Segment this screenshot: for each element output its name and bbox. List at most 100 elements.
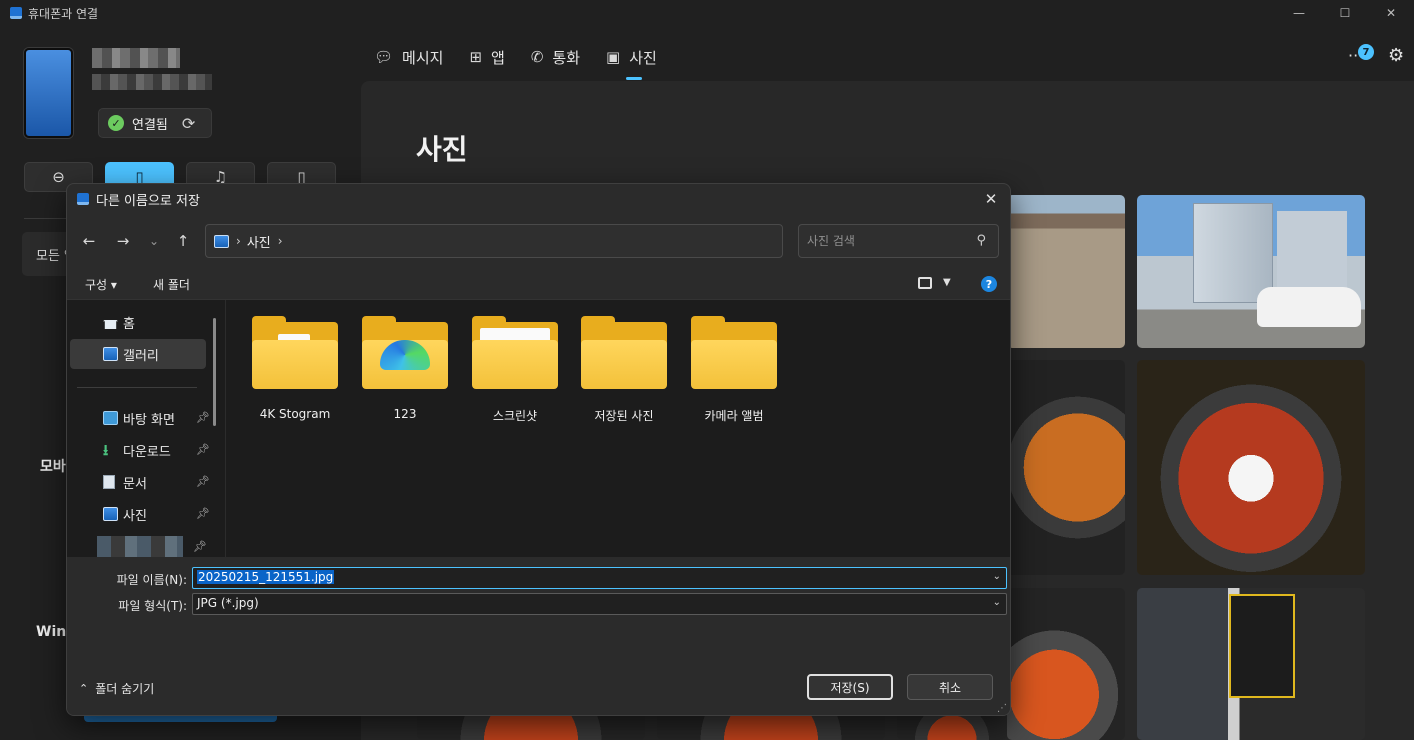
photo-thumbnail[interactable] — [1137, 588, 1365, 740]
recent-locations-chevron-icon[interactable]: ⌄ — [141, 228, 167, 254]
photo-thumbnail[interactable] — [1007, 360, 1125, 575]
message-icon: 💬︎ — [374, 48, 394, 66]
chevron-down-icon[interactable]: ⌄ — [993, 597, 1001, 608]
desktop-icon — [103, 411, 118, 425]
folder-icon-part — [472, 340, 558, 389]
tab-calls[interactable]: ✆ 통화 — [531, 44, 580, 70]
pane-divider[interactable] — [225, 300, 226, 558]
pin-icon: 📌︎ — [196, 475, 210, 488]
close-icon[interactable]: ✕ — [980, 188, 1002, 210]
nav-pane-scrollbar[interactable] — [213, 318, 216, 426]
folder-icon — [252, 316, 338, 389]
window-controls: — ☐ ✕ — [1276, 0, 1414, 26]
folder-label: 스크린샷 — [492, 409, 538, 423]
nav-item-label: 바탕 화면 — [123, 412, 175, 428]
search-input[interactable] — [807, 232, 957, 250]
tab-apps[interactable]: ⊞ 앱 — [469, 44, 504, 70]
photo-detail — [1229, 594, 1295, 698]
up-arrow-icon[interactable]: ↑ — [170, 228, 196, 254]
folder-item[interactable]: 4K Stogram — [247, 316, 343, 421]
photo-thumbnail[interactable] — [417, 712, 645, 740]
pin-icon: 📌︎ — [196, 443, 210, 456]
nav-item-desktop[interactable]: 바탕 화면 📌︎ — [70, 403, 210, 433]
tab-label: 사진 — [629, 48, 657, 67]
dialog-titlebar: 다른 이름으로 저장 ✕ — [67, 184, 1010, 214]
dialog-title: 다른 이름으로 저장 — [96, 193, 200, 209]
folder-icon-part — [691, 340, 777, 389]
folder-label: 4K Stogram — [259, 407, 331, 421]
mobile-section-heading: 모바 — [40, 459, 66, 475]
notification-badge[interactable]: 7 — [1358, 44, 1374, 60]
pin-icon: 📌︎ — [193, 540, 207, 553]
nav-item-label: 홈 — [123, 316, 135, 332]
organize-label: 구성 — [85, 278, 108, 292]
resize-grip-icon[interactable]: ⋰ — [997, 703, 1007, 714]
nav-item-label: 문서 — [123, 476, 147, 492]
app-title: 휴대폰과 연결 — [28, 6, 99, 21]
breadcrumb-separator-icon[interactable]: › — [236, 234, 241, 248]
address-bar[interactable]: › 사진 › ⌄ ⟳ — [205, 224, 907, 258]
search-icon[interactable]: ⚲ — [976, 233, 986, 248]
tab-label: 메시지 — [402, 48, 444, 67]
folder-icon-part — [581, 340, 667, 389]
document-icon — [103, 475, 115, 489]
breadcrumb-location[interactable]: 사진 — [247, 232, 271, 251]
connection-status-text: 연결됨 — [132, 117, 168, 133]
search-box: ⚲ — [798, 224, 999, 258]
minimize-button[interactable]: — — [1276, 0, 1322, 26]
photo-thumbnail[interactable] — [1137, 195, 1365, 348]
folder-icon — [691, 316, 777, 389]
folder-item[interactable]: 스크린샷 — [467, 316, 563, 424]
photo-thumbnail[interactable] — [657, 712, 885, 740]
pin-icon: 📌︎ — [196, 507, 210, 520]
photo-thumbnail[interactable] — [1007, 195, 1125, 348]
folder-item[interactable]: 저장된 사진 — [576, 316, 672, 424]
view-mode-icon[interactable] — [918, 277, 932, 289]
tab-label: 앱 — [491, 48, 505, 67]
file-name-field[interactable]: 20250215_121551.jpg ⌄ — [192, 567, 1007, 589]
photo-thumbnail[interactable] — [1007, 588, 1125, 740]
nav-item-documents[interactable]: 문서 📌︎ — [70, 467, 210, 497]
device-name-redacted — [92, 48, 180, 68]
save-button[interactable]: 저장(S) — [807, 674, 893, 700]
tab-photos[interactable]: ▣ 사진 — [606, 44, 657, 80]
back-arrow-icon[interactable]: ← — [76, 228, 102, 254]
folder-icon — [581, 316, 667, 389]
photo-thumbnail[interactable] — [1137, 360, 1365, 575]
forward-arrow-icon[interactable]: → — [110, 228, 136, 254]
more-options-icon[interactable]: ·· — [1348, 46, 1358, 65]
help-icon[interactable]: ? — [981, 276, 997, 292]
tab-messages[interactable]: 💬︎ 메시지 — [374, 44, 443, 70]
connected-check-icon: ✓ — [108, 115, 124, 131]
nav-item-home[interactable]: 홈 — [70, 307, 206, 337]
chevron-down-icon[interactable]: ⌄ — [993, 571, 1001, 582]
breadcrumb-separator-icon[interactable]: › — [278, 234, 283, 248]
close-window-button[interactable]: ✕ — [1368, 0, 1414, 26]
navigation-pane: 홈 갤러리 바탕 화면 📌︎ ⭳ 다운로드 📌︎ 문서 📌︎ 사진 📌︎ 📌︎ — [67, 300, 217, 558]
folder-item[interactable]: 123 — [357, 316, 453, 421]
chevron-up-icon: ⌃ — [79, 682, 89, 695]
maximize-button[interactable]: ☐ — [1322, 0, 1368, 26]
photo-thumbnail[interactable] — [897, 712, 1007, 740]
app-logo-icon — [10, 7, 22, 19]
nav-item-gallery[interactable]: 갤러리 — [70, 339, 206, 369]
folder-item[interactable]: 카메라 앨범 — [686, 316, 782, 424]
refresh-connection-icon[interactable]: ⟳ — [182, 114, 195, 133]
nav-item-redacted[interactable] — [97, 536, 183, 558]
dialog-browser-area: 홈 갤러리 바탕 화면 📌︎ ⭳ 다운로드 📌︎ 문서 📌︎ 사진 📌︎ 📌︎ … — [67, 299, 1010, 558]
new-folder-button[interactable]: 새 폴더 — [153, 276, 190, 293]
view-options-chevron-icon[interactable]: ▼ — [943, 277, 951, 288]
cancel-button[interactable]: 취소 — [907, 674, 993, 700]
nav-item-pictures[interactable]: 사진 📌︎ — [70, 499, 210, 529]
main-nav-tabs: 💬︎ 메시지 ⊞ 앱 ✆ 통화 ▣ 사진 — [374, 44, 657, 80]
folder-icon-part — [252, 340, 338, 389]
hide-folders-toggle[interactable]: ⌃ 폴더 숨기기 — [79, 680, 154, 697]
gear-icon[interactable]: ⚙ — [1388, 45, 1404, 66]
file-name-value[interactable]: 20250215_121551.jpg — [197, 570, 335, 584]
app-titlebar: 휴대폰과 연결 — ☐ ✕ — [0, 0, 1414, 26]
nav-item-downloads[interactable]: ⭳ 다운로드 📌︎ — [70, 435, 210, 465]
connection-status-chip: ✓ 연결됨 ⟳ — [98, 108, 212, 138]
photo-detail — [1193, 203, 1273, 303]
organize-menu-button[interactable]: 구성 ▾ — [85, 276, 117, 293]
file-type-select[interactable]: JPG (*.jpg) ⌄ — [192, 593, 1007, 615]
